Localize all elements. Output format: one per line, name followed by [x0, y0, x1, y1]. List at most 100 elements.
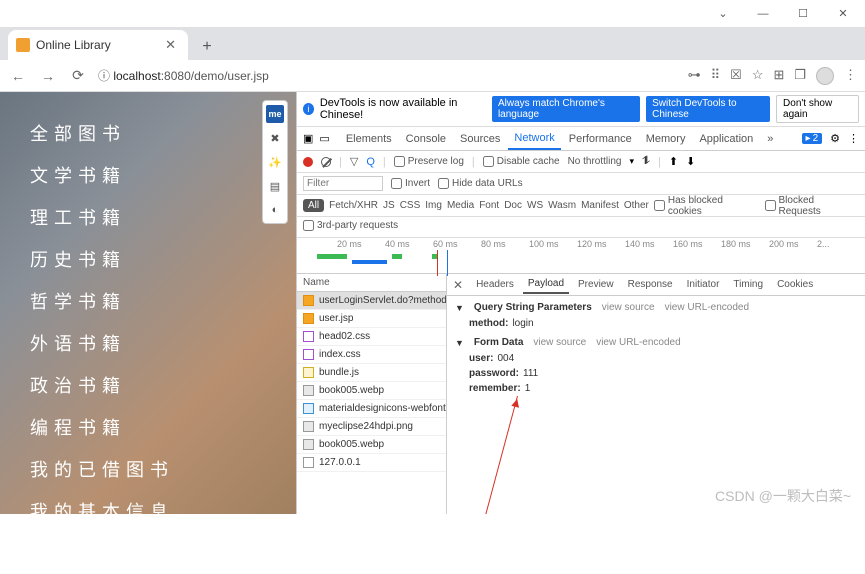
me-icon[interactable]: me: [266, 105, 284, 123]
dtab-headers[interactable]: Headers: [471, 276, 519, 293]
maximize-button[interactable]: ☐: [783, 2, 823, 26]
request-row[interactable]: bundle.js: [297, 364, 446, 382]
close-button[interactable]: ✕: [823, 2, 863, 26]
tool-icon-4[interactable]: ◐: [266, 201, 284, 219]
tab-sources[interactable]: Sources: [454, 129, 506, 149]
tool-icon-1[interactable]: ✖: [266, 129, 284, 147]
sidebar-item-0[interactable]: 全部图书: [0, 112, 296, 154]
request-row[interactable]: materialdesignicons-webfont...: [297, 400, 446, 418]
preserve-log-checkbox[interactable]: Preserve log: [394, 156, 464, 167]
filter-fetch[interactable]: Fetch/XHR: [329, 200, 378, 211]
menu-icon[interactable]: ⋮: [844, 67, 857, 85]
filter-icon[interactable]: ▽: [350, 155, 358, 168]
filter-manifest[interactable]: Manifest: [581, 200, 619, 211]
dtab-response[interactable]: Response: [623, 276, 678, 293]
tool-icon-3[interactable]: ▤: [266, 177, 284, 195]
close-detail-icon[interactable]: ✕: [453, 278, 467, 292]
more-icon[interactable]: ⋮: [848, 132, 859, 145]
device-icon[interactable]: ▭: [319, 132, 329, 145]
search-icon[interactable]: Q: [366, 156, 375, 168]
hide-data-urls-checkbox[interactable]: Hide data URLs: [438, 178, 523, 189]
request-row[interactable]: book005.webp: [297, 436, 446, 454]
address-bar[interactable]: ⓘ localhost:8080/demo/user.jsp: [98, 67, 678, 84]
view-url-link[interactable]: view URL-encoded: [596, 337, 681, 348]
share-icon[interactable]: ☒: [730, 67, 742, 85]
invert-checkbox[interactable]: Invert: [391, 178, 430, 189]
record-button[interactable]: [303, 157, 313, 167]
filter-js[interactable]: JS: [383, 200, 395, 211]
tool-icon-2[interactable]: ✨: [266, 153, 284, 171]
new-tab-button[interactable]: +: [194, 34, 220, 60]
translate-icon[interactable]: ⠿: [711, 67, 721, 85]
profile-avatar[interactable]: [816, 67, 834, 85]
request-row[interactable]: myeclipse24hdpi.png: [297, 418, 446, 436]
chevron-down-icon[interactable]: ⌄: [703, 2, 743, 26]
blocked-cookies-checkbox[interactable]: Has blocked cookies: [654, 195, 760, 217]
sidebar-item-6[interactable]: 政治书籍: [0, 364, 296, 406]
network-timeline[interactable]: 20 ms40 ms60 ms80 ms100 ms120 ms140 ms16…: [297, 238, 865, 274]
request-row[interactable]: book005.webp: [297, 382, 446, 400]
forward-button[interactable]: →: [38, 68, 58, 84]
sidebar-item-1[interactable]: 文学书籍: [0, 154, 296, 196]
filter-ws[interactable]: WS: [527, 200, 543, 211]
view-source-link[interactable]: view source: [533, 337, 586, 348]
key-icon[interactable]: ⊶: [688, 67, 701, 85]
blocked-requests-checkbox[interactable]: Blocked Requests: [765, 195, 860, 217]
browser-tab[interactable]: Online Library ✕: [8, 30, 188, 60]
tab-network[interactable]: Network: [508, 128, 560, 150]
issues-badge[interactable]: ▸ 2: [802, 133, 823, 144]
sidebar-item-4[interactable]: 哲学书籍: [0, 280, 296, 322]
tab-more[interactable]: »: [761, 129, 779, 149]
dtab-preview[interactable]: Preview: [573, 276, 619, 293]
back-button[interactable]: ←: [8, 68, 28, 84]
switch-chinese-button[interactable]: Switch DevTools to Chinese: [646, 96, 770, 122]
close-tab-icon[interactable]: ✕: [161, 37, 180, 53]
sidebar-item-7[interactable]: 编程书籍: [0, 406, 296, 448]
tab-performance[interactable]: Performance: [563, 129, 638, 149]
filter-img[interactable]: Img: [425, 200, 442, 211]
collapse-icon[interactable]: ▼: [455, 338, 464, 348]
sidebar-item-2[interactable]: 理工书籍: [0, 196, 296, 238]
filter-all[interactable]: All: [303, 199, 324, 212]
tab-application[interactable]: Application: [693, 129, 759, 149]
request-row[interactable]: head02.css: [297, 328, 446, 346]
sidebar-item-8[interactable]: 我的已借图书: [0, 448, 296, 490]
dtab-payload[interactable]: Payload: [523, 275, 569, 294]
throttling-select[interactable]: No throttling: [568, 156, 622, 167]
filter-wasm[interactable]: Wasm: [548, 200, 576, 211]
settings-icon[interactable]: ⚙: [830, 132, 840, 145]
dtab-timing[interactable]: Timing: [728, 276, 768, 293]
filter-doc[interactable]: Doc: [504, 200, 522, 211]
request-row[interactable]: index.css: [297, 346, 446, 364]
minimize-button[interactable]: —: [743, 2, 783, 26]
filter-input[interactable]: [303, 176, 383, 191]
extension-icon[interactable]: ⊞: [773, 67, 784, 85]
sidebar-item-9[interactable]: 我的基本信息: [0, 490, 296, 532]
request-row[interactable]: user.jsp: [297, 310, 446, 328]
tab-console[interactable]: Console: [400, 129, 452, 149]
disable-cache-checkbox[interactable]: Disable cache: [483, 156, 560, 167]
third-party-checkbox[interactable]: 3rd-party requests: [303, 220, 398, 231]
request-row[interactable]: 127.0.0.1: [297, 454, 446, 472]
request-row[interactable]: userLoginServlet.do?method=l...: [297, 292, 446, 310]
puzzle-icon[interactable]: ❐: [794, 67, 806, 85]
clear-button[interactable]: [321, 157, 331, 167]
dtab-initiator[interactable]: Initiator: [682, 276, 725, 293]
sidebar-item-5[interactable]: 外语书籍: [0, 322, 296, 364]
download-icon[interactable]: ⬇: [686, 155, 695, 168]
sidebar-item-10[interactable]: 切换账号/退出: [0, 532, 296, 574]
view-url-link[interactable]: view URL-encoded: [665, 302, 750, 313]
filter-font[interactable]: Font: [479, 200, 499, 211]
sidebar-item-3[interactable]: 历史书籍: [0, 238, 296, 280]
dtab-cookies[interactable]: Cookies: [772, 276, 818, 293]
wifi-icon[interactable]: ⥮: [642, 155, 650, 168]
tab-elements[interactable]: Elements: [340, 129, 398, 149]
throttle-caret[interactable]: ▾: [629, 156, 634, 167]
tab-memory[interactable]: Memory: [640, 129, 692, 149]
view-source-link[interactable]: view source: [602, 302, 655, 313]
collapse-icon[interactable]: ▼: [455, 303, 464, 313]
star-icon[interactable]: ☆: [752, 67, 764, 85]
filter-css[interactable]: CSS: [400, 200, 421, 211]
upload-icon[interactable]: ⬆: [669, 155, 678, 168]
dont-show-button[interactable]: Don't show again: [776, 95, 859, 123]
